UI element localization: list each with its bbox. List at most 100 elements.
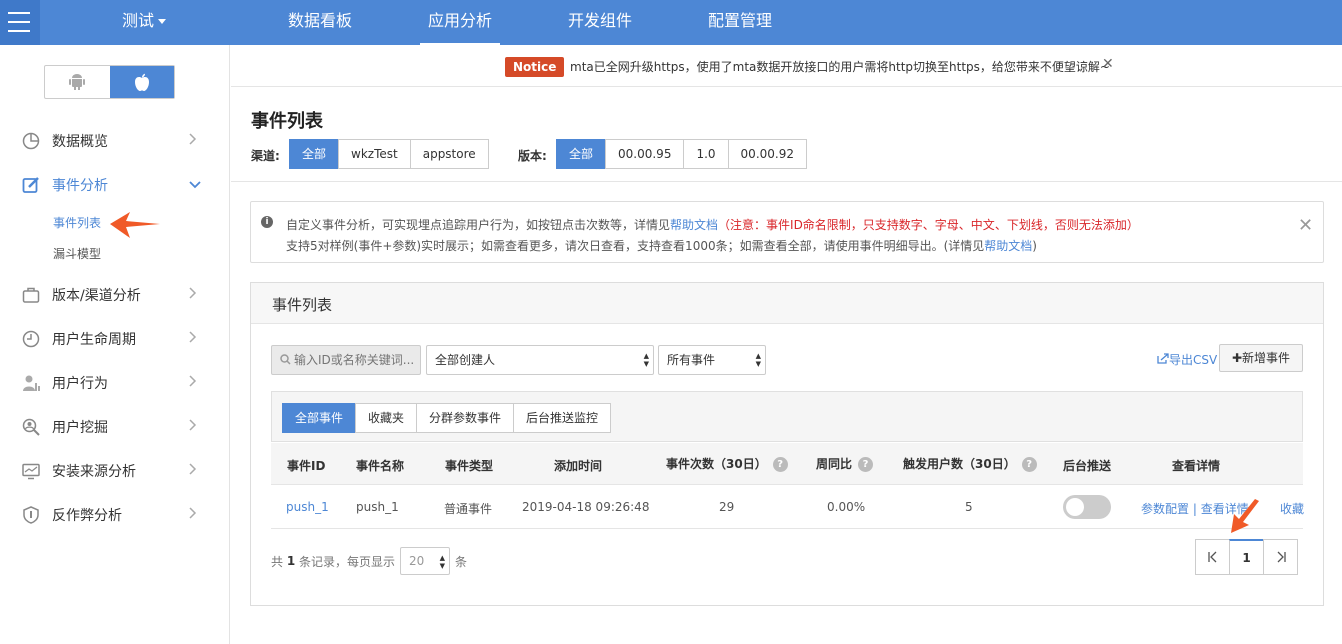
help-doc-link[interactable]: 帮助文档 xyxy=(984,239,1032,253)
column-header: 后台推送 xyxy=(1063,459,1112,473)
app-name: 测试 xyxy=(122,11,155,30)
warning-text: （注意：事件ID命名限制，只支持数字、字母、中文、下划线，否则无法添加） xyxy=(718,218,1139,232)
sidebar-item-label: 用户挖掘 xyxy=(52,420,108,436)
menu-line xyxy=(8,12,30,14)
page-size-value: 20 xyxy=(409,554,425,568)
annotation-arrow-icon xyxy=(1231,499,1259,533)
page-size-select[interactable]: 20 ▲ ▼ xyxy=(400,547,451,575)
event-name: push_1 xyxy=(356,500,399,514)
sidebar-item-lifecycle[interactable]: 用户生命周期 xyxy=(0,324,230,354)
select-arrows-icon: ▲ ▼ xyxy=(439,554,446,570)
chevron-right-icon xyxy=(189,375,197,391)
chevron-right-icon xyxy=(189,287,197,303)
tab-push-monitor[interactable]: 后台推送监控 xyxy=(513,403,612,433)
chevron-right-icon xyxy=(189,419,197,435)
action-separator: | xyxy=(1192,502,1197,516)
column-header: 查看详情 xyxy=(1172,459,1221,473)
tab-group-param-events[interactable]: 分群参数事件 xyxy=(416,403,515,433)
event-tabs: 全部事件 收藏夹 分群参数事件 后台推送监控 xyxy=(282,403,612,433)
push-toggle[interactable] xyxy=(1063,495,1111,519)
sidebar-item-user-mining[interactable]: 用户挖掘 xyxy=(0,412,230,442)
added-time: 2019-04-18 09:26:48 xyxy=(522,500,650,514)
app-switcher[interactable]: 测试 xyxy=(122,0,167,45)
close-icon[interactable]: ✕ xyxy=(1298,215,1313,236)
export-icon xyxy=(1157,353,1169,364)
pie-chart-icon xyxy=(22,132,40,150)
first-page-button[interactable] xyxy=(1195,539,1230,575)
nav-dev-components[interactable]: 开发组件 xyxy=(568,0,632,45)
add-event-button[interactable]: ✚新增事件 xyxy=(1219,344,1303,372)
table-header: 事件ID 事件名称 事件类型 添加时间 事件次数（30日）? 周同比? 触发用户… xyxy=(271,443,1303,485)
version-button[interactable]: 00.00.95 xyxy=(605,139,685,169)
sidebar-item-overview[interactable]: 数据概览 xyxy=(0,126,230,156)
tab-favorites[interactable]: 收藏夹 xyxy=(355,403,418,433)
nav-app-analysis[interactable]: 应用分析 xyxy=(420,0,501,45)
event-id-link[interactable]: push_1 xyxy=(286,500,329,514)
magnifier-icon xyxy=(22,418,40,436)
notice-bar: Notice mta已全网升级https，使用了mta数据开放接口的用户需将ht… xyxy=(231,45,1342,87)
channel-label: 渠道: xyxy=(251,149,280,163)
last-page-button[interactable] xyxy=(1263,539,1298,575)
column-header: 事件ID xyxy=(287,459,326,473)
tab-all-events[interactable]: 全部事件 xyxy=(282,403,357,433)
table-row: push_1 push_1 普通事件 2019-04-18 09:26:48 2… xyxy=(271,485,1304,529)
sidebar-item-user-behavior[interactable]: 用户行为 xyxy=(0,368,230,398)
channel-wkztest-button[interactable]: wkzTest xyxy=(338,139,411,169)
creator-select[interactable]: 全部创建人 ▲ ▼ xyxy=(426,345,654,375)
android-icon xyxy=(69,74,86,90)
export-csv-link[interactable]: 导出CSV xyxy=(1157,351,1217,368)
channel-appstore-button[interactable]: appstore xyxy=(409,139,489,169)
page-number-button[interactable]: 1 xyxy=(1229,539,1264,575)
event-type-select[interactable]: 所有事件 ▲ ▼ xyxy=(658,345,766,375)
column-header: 事件名称 xyxy=(356,459,405,473)
sidebar-subitem-funnel[interactable]: 漏斗模型 xyxy=(53,245,101,262)
sidebar-item-install-source[interactable]: 安装来源分析 xyxy=(0,456,230,486)
tabs-bar: 全部事件 收藏夹 分群参数事件 后台推送监控 xyxy=(271,391,1303,442)
hamburger-menu-button[interactable] xyxy=(0,0,40,45)
help-icon[interactable]: ? xyxy=(1021,457,1037,472)
param-config-link[interactable]: 参数配置 xyxy=(1141,502,1189,516)
main-content: Notice mta已全网升级https，使用了mta数据开放接口的用户需将ht… xyxy=(231,45,1342,644)
channel-all-button[interactable]: 全部 xyxy=(289,139,340,169)
panel-header: 事件列表 xyxy=(251,283,1323,324)
column-header: 添加时间 xyxy=(554,459,603,473)
chevron-right-icon xyxy=(189,463,197,479)
event-count: 29 xyxy=(719,500,735,514)
export-label: 导出CSV xyxy=(1169,353,1218,367)
clock-icon xyxy=(22,330,40,348)
info-box: i 自定义事件分析，可实现埋点追踪用户行为，如按钮点击次数等，详情见帮助文档（注… xyxy=(250,201,1324,263)
sidebar-item-label: 用户行为 xyxy=(52,376,108,392)
version-all-button[interactable]: 全部 xyxy=(556,139,607,169)
version-label: 版本: xyxy=(518,149,547,163)
nav-config[interactable]: 配置管理 xyxy=(708,0,772,45)
select-arrows-icon: ▲ ▼ xyxy=(643,352,649,368)
menu-line xyxy=(8,30,30,32)
sidebar-item-event-analysis[interactable]: 事件分析 xyxy=(0,170,230,200)
page-header: 事件列表 渠道: 全部 wkzTest appstore 版本: 全部 00.0… xyxy=(231,87,1342,182)
os-toggle xyxy=(44,65,175,99)
caret-down-icon xyxy=(158,19,167,24)
version-button[interactable]: 1.0 xyxy=(683,139,729,169)
apple-button[interactable] xyxy=(109,66,174,98)
help-icon[interactable]: ? xyxy=(772,457,788,472)
notice-badge: Notice xyxy=(505,57,565,77)
column-header: 事件类型 xyxy=(445,459,494,473)
sidebar-item-version-channel[interactable]: 版本/渠道分析 xyxy=(0,280,230,310)
top-navigation-bar: 测试 数据看板 应用分析 开发组件 配置管理 xyxy=(0,0,1342,45)
search-input[interactable] xyxy=(294,351,418,369)
help-icon[interactable]: ? xyxy=(858,457,874,472)
pagination: 1 xyxy=(1195,539,1298,575)
footer-text: 条记录，每页显示 xyxy=(299,554,396,569)
help-doc-link[interactable]: 帮助文档 xyxy=(670,218,718,232)
notice-text: mta已全网升级https，使用了mta数据开放接口的用户需将http切换至ht… xyxy=(570,60,1110,74)
notice-close-icon[interactable]: ✕ xyxy=(1102,56,1114,72)
sidebar-subitem-event-list[interactable]: 事件列表 xyxy=(53,214,101,231)
favorite-link[interactable]: 收藏 xyxy=(1280,500,1304,517)
sidebar-item-label: 数据概览 xyxy=(52,134,108,150)
column-header-label: 事件次数（30日） xyxy=(666,457,767,471)
version-button[interactable]: 00.00.92 xyxy=(727,139,807,169)
page-title: 事件列表 xyxy=(251,111,323,132)
nav-dashboard[interactable]: 数据看板 xyxy=(288,0,352,45)
sidebar-item-anti-fraud[interactable]: 反作弊分析 xyxy=(0,500,230,530)
android-button[interactable] xyxy=(45,66,110,98)
